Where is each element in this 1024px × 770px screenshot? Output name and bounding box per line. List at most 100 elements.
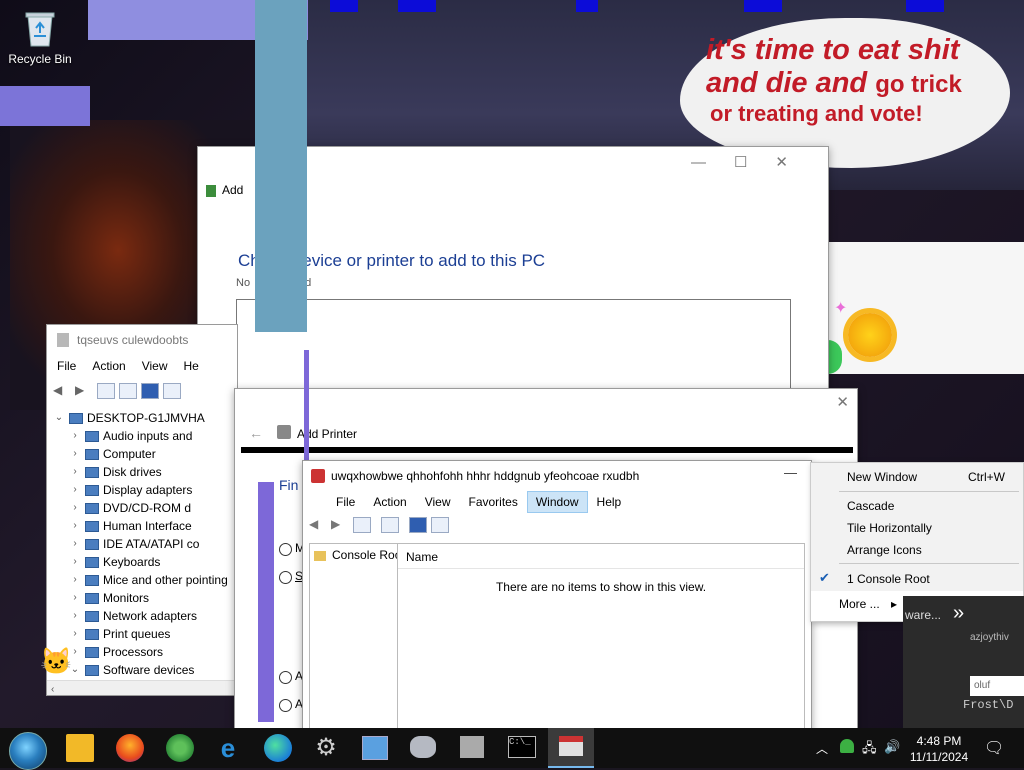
control-panel-icon[interactable] bbox=[362, 736, 388, 760]
device-tree-item[interactable]: ⌄ DESKTOP-G1JMVHA bbox=[53, 409, 228, 427]
start-button[interactable] bbox=[9, 732, 47, 770]
device-manager-title: tqseuvs culewdoobts bbox=[77, 333, 189, 347]
mmc-back-icon[interactable]: ◀ bbox=[309, 517, 327, 533]
menu-file[interactable]: File bbox=[57, 359, 76, 373]
mmc-forward-icon[interactable]: ▶ bbox=[331, 517, 349, 533]
recycle-bin-shortcut[interactable]: Recycle Bin bbox=[4, 8, 76, 66]
menu-item-cascade[interactable]: Cascade bbox=[847, 499, 894, 513]
collapse-chevron-icon[interactable]: › bbox=[69, 517, 81, 535]
collapse-chevron-icon[interactable]: › bbox=[69, 445, 81, 463]
device-tree-item[interactable]: › Print queues bbox=[53, 625, 228, 643]
edge-icon[interactable] bbox=[264, 734, 292, 762]
device-tree-item[interactable]: › Network adapters bbox=[53, 607, 228, 625]
device-tree-item[interactable]: ⌄ Software devices bbox=[53, 661, 228, 679]
menu-help[interactable]: He bbox=[184, 359, 199, 373]
collapse-chevron-icon[interactable]: › bbox=[69, 571, 81, 589]
menu-item-new-window[interactable]: New Window bbox=[847, 470, 917, 484]
notification-icon[interactable]: 🗨 bbox=[984, 738, 1004, 758]
device-tree-item[interactable]: › Processors bbox=[53, 643, 228, 661]
window-controls[interactable]: —☐✕ bbox=[691, 153, 816, 171]
device-tree-item[interactable]: › Keyboards bbox=[53, 553, 228, 571]
menu-item-console-root[interactable]: 1 Console Root bbox=[847, 572, 930, 586]
fragment-oluf: oluf bbox=[970, 676, 1024, 696]
radio-option-1[interactable] bbox=[279, 543, 292, 556]
device-category-icon bbox=[69, 412, 83, 424]
show-hide-tree-icon[interactable] bbox=[353, 517, 371, 533]
expand-chevron-icon[interactable]: ⌄ bbox=[53, 409, 65, 427]
device-tree-item[interactable]: › Disk drives bbox=[53, 463, 228, 481]
mmc-menu-action[interactable]: Action bbox=[364, 491, 415, 513]
device-manager-toolbar: ◀ ▶ bbox=[53, 383, 181, 399]
collapse-chevron-icon[interactable]: › bbox=[69, 589, 81, 607]
radio-option-4[interactable] bbox=[279, 699, 292, 712]
device-tree-label: Monitors bbox=[103, 591, 150, 605]
menu-item-arrange-icons[interactable]: Arrange Icons bbox=[847, 543, 922, 557]
server-manager-icon[interactable] bbox=[460, 736, 484, 758]
internet-explorer-icon[interactable]: e bbox=[214, 734, 242, 762]
collapse-chevron-icon[interactable]: › bbox=[69, 463, 81, 481]
menu-view[interactable]: View bbox=[142, 359, 168, 373]
device-category-icon bbox=[85, 484, 99, 496]
forward-icon[interactable]: ▶ bbox=[75, 383, 93, 399]
device-tree-item[interactable]: › Monitors bbox=[53, 589, 228, 607]
console-tree-icon[interactable] bbox=[119, 383, 137, 399]
horizontal-scrollbar[interactable]: ‹ bbox=[47, 680, 237, 695]
collapse-chevron-icon[interactable]: › bbox=[69, 427, 81, 445]
radio-option-2[interactable] bbox=[279, 571, 292, 584]
mmc-menu-favorites[interactable]: Favorites bbox=[460, 491, 527, 513]
network-icon[interactable]: 🖧 bbox=[862, 739, 877, 761]
command-prompt-icon[interactable]: C:\_ bbox=[508, 736, 536, 758]
device-tree-label: Audio inputs and bbox=[103, 429, 193, 443]
firefox-icon[interactable] bbox=[116, 734, 144, 762]
device-category-icon bbox=[85, 628, 99, 640]
speech-line-2b: go trick bbox=[875, 71, 962, 99]
device-tree-item[interactable]: › Mice and other pointing bbox=[53, 571, 227, 589]
show-hidden-icons[interactable]: ︿ bbox=[816, 740, 828, 757]
show-action-pane-icon[interactable] bbox=[431, 517, 449, 533]
add-printer-divider bbox=[241, 447, 853, 453]
device-tree-item[interactable]: › IDE ATA/ATAPI co bbox=[53, 535, 228, 553]
menu-item-more[interactable]: More ... bbox=[839, 597, 880, 611]
collapse-chevron-icon[interactable]: › bbox=[69, 499, 81, 517]
console-root-node[interactable]: Console Roo bbox=[314, 548, 401, 562]
device-tree-label: Network adapters bbox=[103, 609, 198, 623]
volume-icon[interactable]: 🔊 bbox=[884, 739, 900, 755]
clock-time: 4:48 PM bbox=[916, 734, 962, 748]
export-list-icon[interactable] bbox=[381, 517, 399, 533]
chevrons-icon[interactable]: » bbox=[953, 602, 964, 625]
network-drive-icon[interactable] bbox=[410, 736, 436, 758]
device-tree-item[interactable]: › Computer bbox=[53, 445, 228, 463]
menu-item-tile-horizontally[interactable]: Tile Horizontally bbox=[847, 521, 932, 535]
mmc-menu-help[interactable]: Help bbox=[588, 491, 631, 513]
device-tree-item[interactable]: › Display adapters bbox=[53, 481, 228, 499]
collapse-chevron-icon[interactable]: › bbox=[69, 535, 81, 553]
file-explorer-icon[interactable] bbox=[66, 734, 94, 762]
back-arrow-icon[interactable]: ← bbox=[249, 425, 263, 441]
menu-action[interactable]: Action bbox=[92, 359, 125, 373]
device-tree-item[interactable]: › Human Interface bbox=[53, 517, 228, 535]
close-icon[interactable]: ✕ bbox=[836, 393, 849, 411]
collapse-chevron-icon[interactable]: › bbox=[69, 481, 81, 499]
device-tree-item[interactable]: › DVD/CD-ROM d bbox=[53, 499, 228, 517]
collapse-chevron-icon[interactable]: › bbox=[69, 553, 81, 571]
mmc-menu-file[interactable]: File bbox=[327, 491, 364, 513]
device-category-icon bbox=[85, 610, 99, 622]
mmc-help-icon[interactable] bbox=[409, 517, 427, 533]
mmc-menu-view[interactable]: View bbox=[416, 491, 460, 513]
update-driver-icon[interactable] bbox=[163, 383, 181, 399]
mmc-menu-window[interactable]: Window bbox=[526, 491, 588, 513]
radio-option-3[interactable] bbox=[279, 671, 292, 684]
help-icon[interactable] bbox=[141, 383, 159, 399]
clock[interactable]: 4:48 PM 11/11/2024 bbox=[906, 733, 972, 765]
collapse-chevron-icon[interactable]: › bbox=[69, 625, 81, 643]
people-icon[interactable] bbox=[166, 734, 194, 762]
back-icon[interactable]: ◀ bbox=[53, 383, 71, 399]
minimize-button[interactable]: — bbox=[784, 465, 797, 480]
properties-icon[interactable] bbox=[97, 383, 115, 399]
name-column-header[interactable]: Name bbox=[406, 550, 438, 564]
user-tray-icon[interactable] bbox=[840, 739, 854, 753]
settings-gear-icon[interactable]: ⚙ bbox=[312, 734, 340, 762]
device-tree-item[interactable]: › Audio inputs and bbox=[53, 427, 228, 445]
collapse-chevron-icon[interactable]: › bbox=[69, 607, 81, 625]
mmc-taskbar-button[interactable] bbox=[548, 728, 594, 768]
